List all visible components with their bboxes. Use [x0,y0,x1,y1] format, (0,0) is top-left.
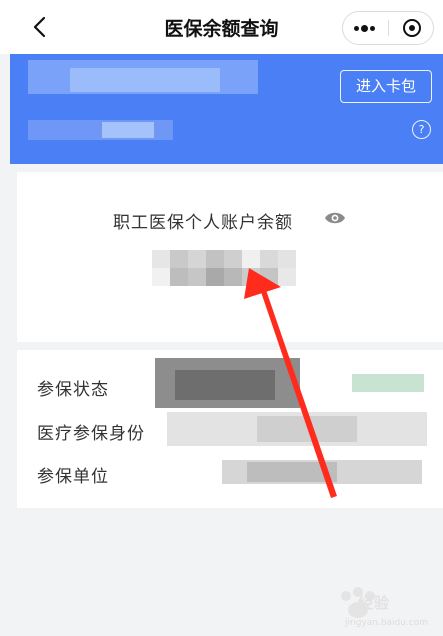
insurance-card: 进入卡包 ? [10,54,443,164]
watermark-url: jingyan.baidu.com [345,618,429,628]
blurred-status-badge [352,374,424,392]
help-icon[interactable]: ? [412,120,431,139]
blurred-value-part [247,462,337,482]
blurred-value-part [257,416,357,442]
watermark-text: 经验 [358,594,391,612]
eye-icon[interactable] [324,210,346,226]
blurred-name-part [70,68,220,92]
balance-label: 职工医保个人账户余额 [113,213,293,233]
balance-card: 职工医保个人账户余额 [17,172,443,342]
insurance-info-list: 参保状态 医疗参保身份 参保单位 [17,350,443,508]
info-row-label: 参保单位 [37,467,109,487]
blurred-value-part [175,370,275,400]
enter-wallet-button[interactable]: 进入卡包 [340,70,432,103]
mini-program-capsule [342,11,434,45]
info-row-label: 参保状态 [37,380,109,400]
record-circle-icon[interactable] [389,12,434,44]
info-row-label: 医疗参保身份 [37,424,145,444]
more-dots-icon[interactable] [343,12,388,44]
blurred-id-part [102,122,154,138]
navigation-bar: 医保余额查询 [0,0,443,54]
